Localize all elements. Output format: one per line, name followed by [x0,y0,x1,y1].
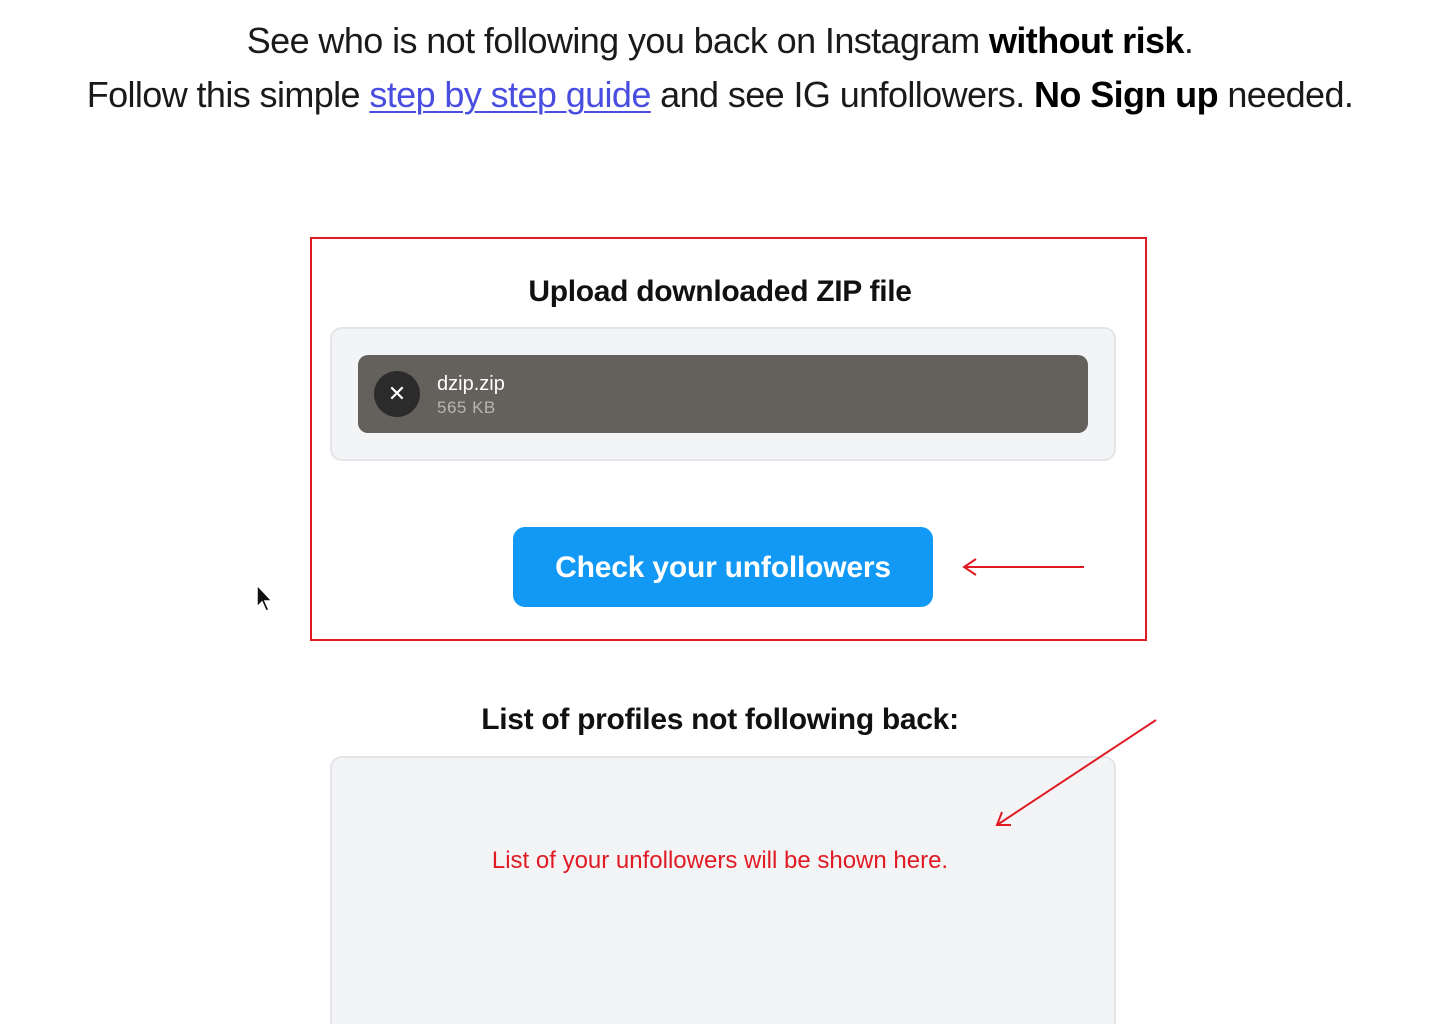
uploaded-file-item: ✕ dzip.zip 565 KB [358,355,1088,433]
mouse-cursor-icon [256,583,274,612]
file-name: dzip.zip [437,373,505,395]
intro-emphasis-no-signup: No Sign up [1034,74,1219,115]
close-icon: ✕ [387,381,407,406]
upload-title: Upload downloaded ZIP file [528,275,912,308]
file-size: 565 KB [437,398,496,417]
remove-file-button[interactable]: ✕ [374,371,420,417]
page: See who is not following you back on Ins… [0,0,1440,1024]
results-placeholder: List of your unfollowers will be shown h… [491,847,949,874]
results-list [330,756,1116,1024]
step-by-step-guide-link[interactable]: step by step guide [369,74,651,115]
results-title: List of profiles not following back: [481,703,959,736]
check-unfollowers-button[interactable]: Check your unfollowers [513,527,933,607]
intro-line-2: Follow this simple step by step guide an… [86,74,1354,115]
intro-text: See who is not following you back on Ins… [0,14,1440,122]
intro-emphasis-without-risk: without risk [989,20,1184,61]
intro-line-1: See who is not following you back on Ins… [246,20,1194,61]
